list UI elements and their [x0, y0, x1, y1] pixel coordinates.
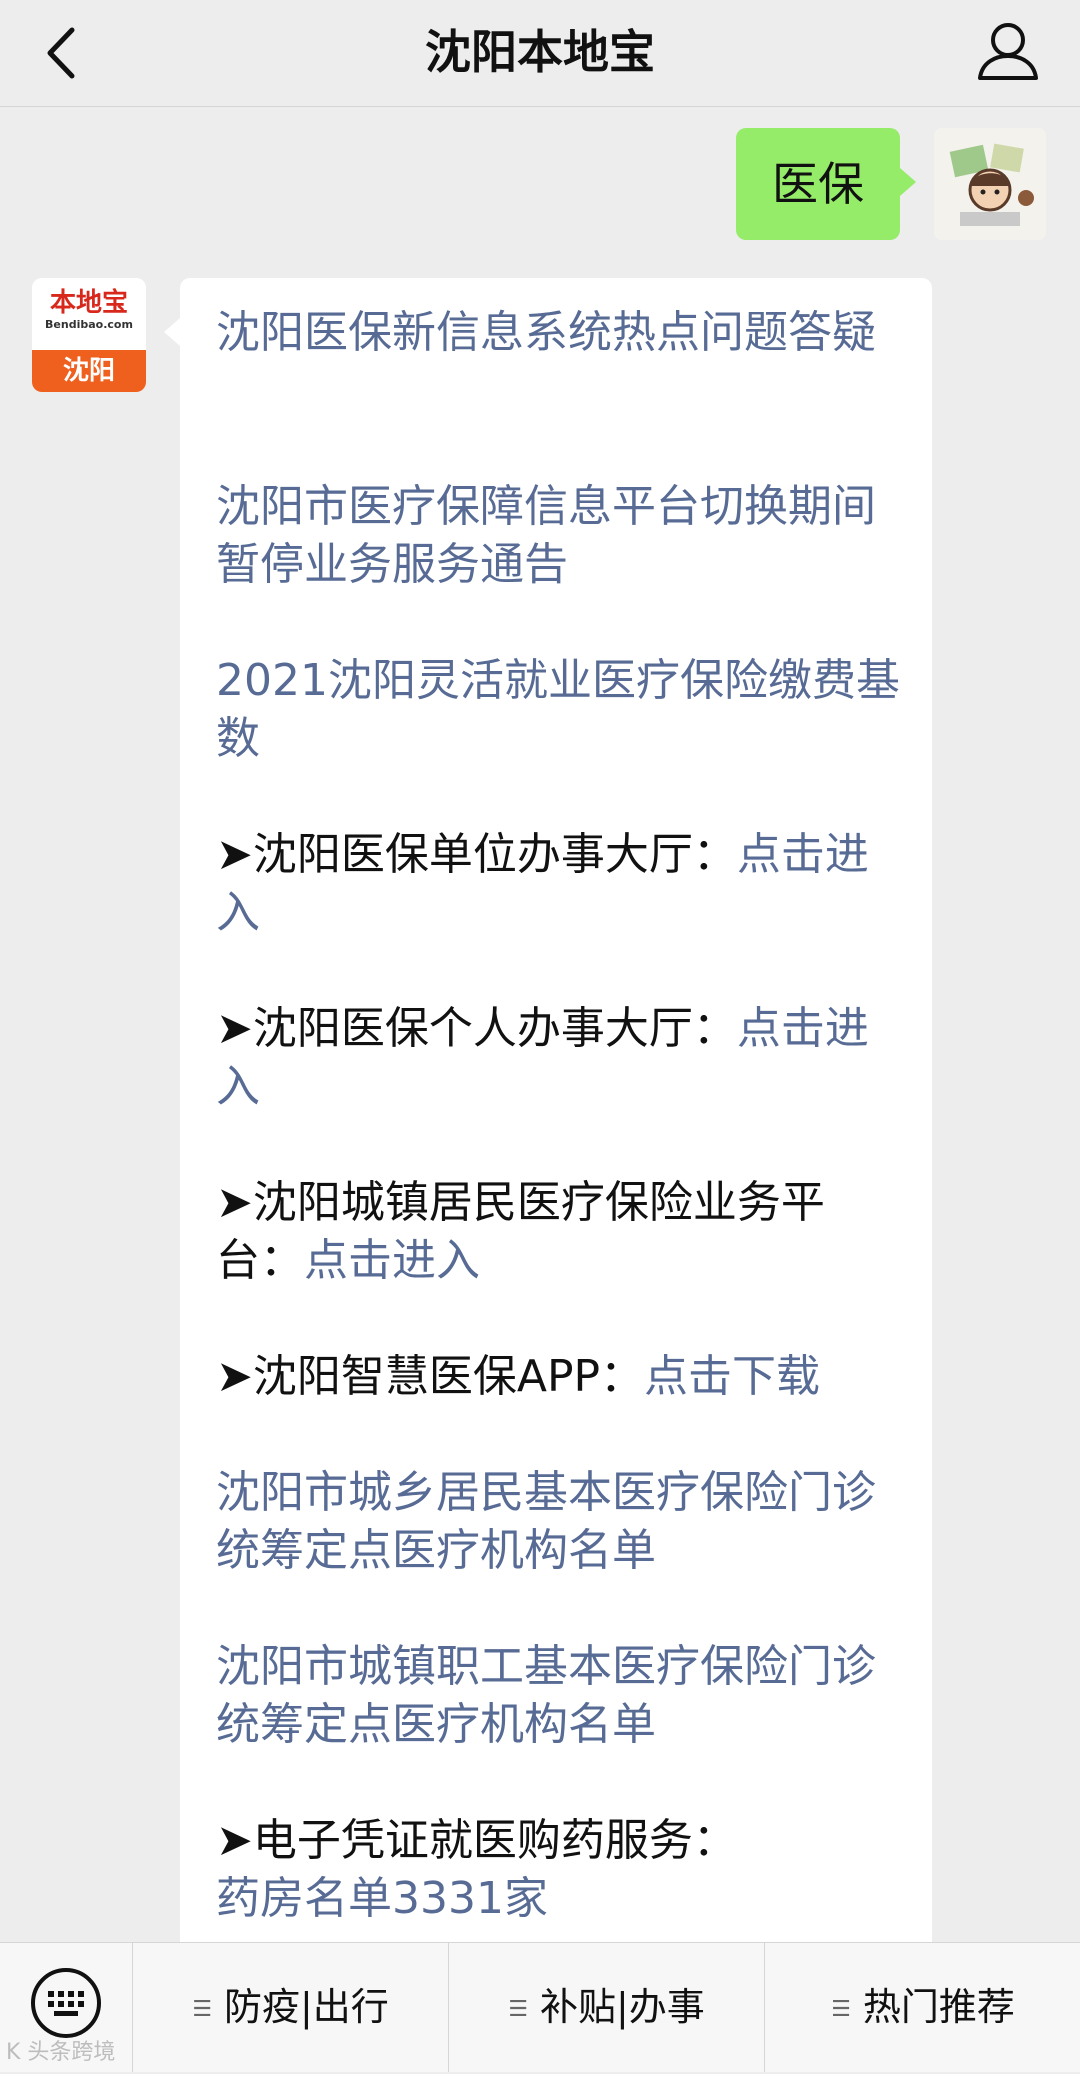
resident-insurance-link[interactable]: 点击进入: [304, 1235, 480, 1286]
my-message-row: 医保: [0, 118, 1080, 240]
menu-lines-icon: ☰: [508, 1997, 528, 2022]
menu-label: 防疫|出行: [223, 1985, 389, 2029]
entry-label: ➤沈阳智慧医保APP：: [216, 1351, 645, 1402]
reply-message-bubble: 沈阳医保新信息系统热点问题答疑 沈阳市医疗保障信息平台切换期间暂停业务服务通告 …: [164, 278, 932, 1942]
my-message-bubble[interactable]: 医保: [736, 128, 916, 240]
my-avatar[interactable]: [934, 128, 1046, 240]
unit-hall-entry: ➤沈阳医保单位办事大厅：点击进入: [216, 826, 906, 942]
entry-label: ➤沈阳医保单位办事大厅：: [216, 829, 737, 880]
menu-epidemic-travel[interactable]: ☰ 防疫|出行: [132, 1943, 448, 2072]
article-link-4[interactable]: 沈阳市城乡居民基本医疗保险门诊统筹定点医疗机构名单: [216, 1464, 906, 1580]
menu-label: 热门推荐: [862, 1985, 1015, 2029]
keyboard-icon: [31, 1968, 101, 2038]
official-account-avatar[interactable]: 本地宝 Bendibao.com 沈阳: [32, 278, 146, 392]
e-voucher-entry: ➤电子凭证就医购药服务： 药房名单3331家: [216, 1812, 906, 1928]
menu-subsidy-service[interactable]: ☰ 补贴|办事: [448, 1943, 764, 2072]
article-link-3[interactable]: 2021沈阳灵活就业医疗保险缴费基数: [216, 652, 906, 768]
menu-hot-recommend[interactable]: ☰ 热门推荐: [764, 1943, 1080, 2072]
personal-hall-entry: ➤沈阳医保个人办事大厅：点击进入: [216, 1000, 906, 1116]
resident-insurance-entry: ➤沈阳城镇居民医疗保险业务平台：点击进入: [216, 1174, 906, 1290]
app-download-entry: ➤沈阳智慧医保APP：点击下载: [216, 1348, 906, 1406]
app-download-link[interactable]: 点击下载: [644, 1351, 820, 1402]
avatar-logo-sub: Bendibao.com: [45, 318, 133, 331]
keyboard-toggle-button[interactable]: [28, 1965, 104, 2041]
article-link-5[interactable]: 沈阳市城镇职工基本医疗保险门诊统筹定点医疗机构名单: [216, 1638, 906, 1754]
top-bar: 沈阳本地宝: [0, 0, 1080, 107]
article-link-1[interactable]: 沈阳医保新信息系统热点问题答疑: [216, 304, 906, 362]
avatar-city-label: 沈阳: [32, 350, 146, 392]
bottom-menu-bar: ☰ 防疫|出行 ☰ 补贴|办事 ☰ 热门推荐 K 头条跨境: [0, 1942, 1080, 2072]
entry-label: ➤电子凭证就医购药服务：: [216, 1815, 737, 1866]
chat-area[interactable]: 医保 本地宝 Bendibao.com 沈阳 沈阳医保新信息系统热点问题答疑 沈…: [0, 106, 1080, 1942]
watermark: K 头条跨境: [6, 2040, 116, 2065]
avatar-logo-text: 本地宝: [49, 288, 128, 318]
person-icon: [978, 23, 1038, 80]
profile-button[interactable]: [972, 16, 1044, 88]
entry-label: ➤沈阳医保个人办事大厅：: [216, 1003, 737, 1054]
cartoon-avatar-icon: [934, 128, 1046, 240]
pharmacy-list-link[interactable]: 药房名单3331家: [216, 1873, 548, 1924]
article-link-2[interactable]: 沈阳市医疗保障信息平台切换期间暂停业务服务通告: [216, 478, 906, 594]
page-title: 沈阳本地宝: [425, 25, 655, 79]
menu-lines-icon: ☰: [192, 1997, 212, 2022]
menu-label: 补贴|办事: [539, 1985, 705, 2029]
menu-lines-icon: ☰: [831, 1997, 851, 2022]
